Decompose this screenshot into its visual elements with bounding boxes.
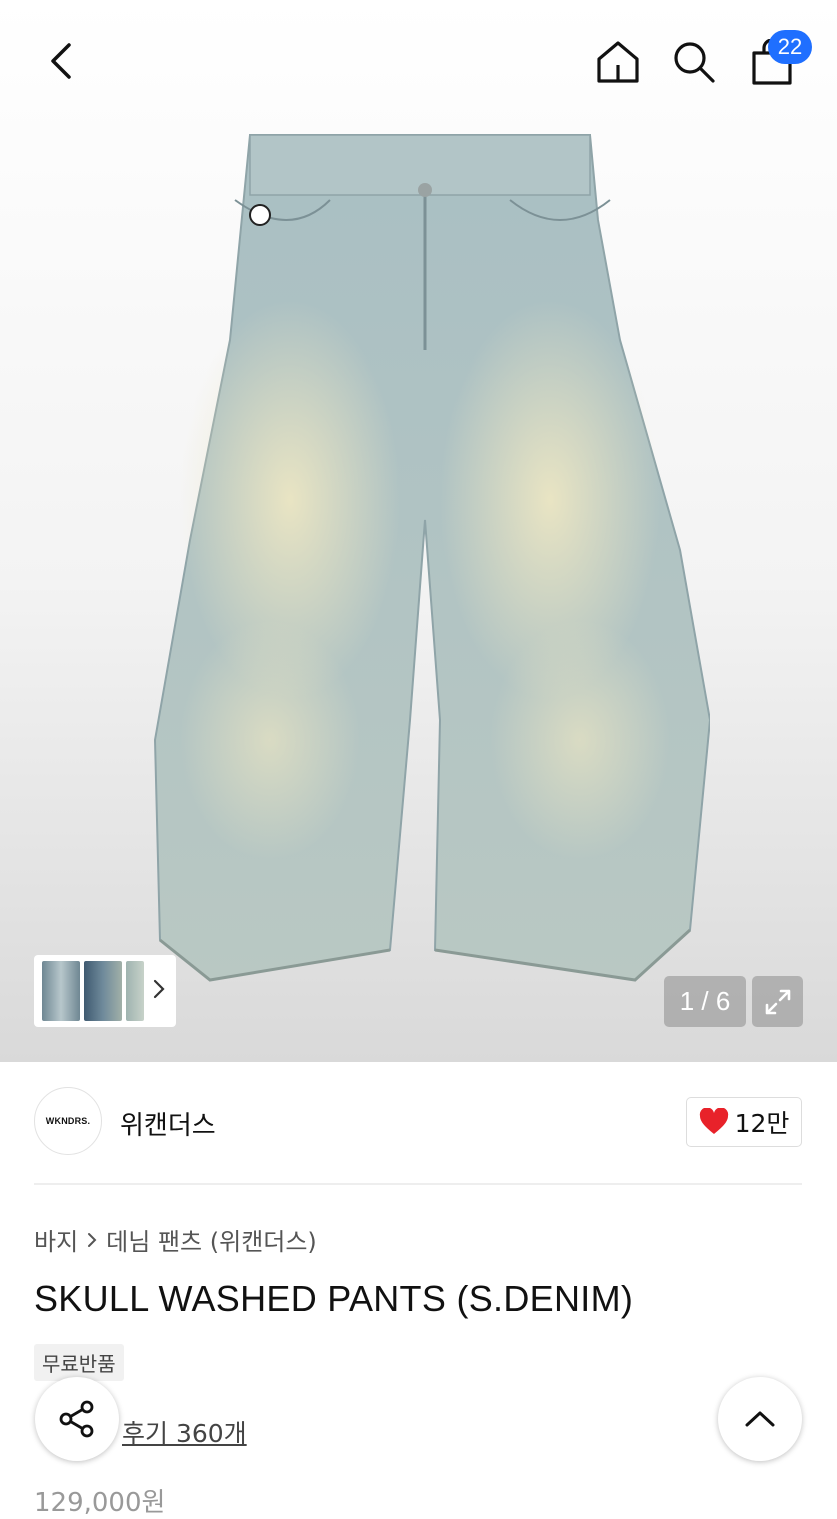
like-count: 12만 — [734, 1109, 790, 1138]
review-link[interactable]: 후기 360개 — [122, 1414, 247, 1450]
brand-logo[interactable]: WKNDRS. — [34, 1087, 102, 1155]
expand-icon[interactable] — [752, 976, 803, 1027]
breadcrumb: 바지 데님 팬츠 (위캔더스) — [34, 1222, 317, 1257]
back-icon[interactable] — [30, 36, 90, 86]
chevron-right-icon — [88, 1232, 97, 1247]
thumbnail-3[interactable] — [126, 961, 144, 1021]
product-title: SKULL WASHED PANTS (S.DENIM) — [34, 1278, 634, 1319]
chevron-up-icon — [745, 1411, 775, 1427]
thumbnail-1[interactable] — [42, 961, 80, 1021]
search-icon[interactable] — [664, 34, 724, 90]
like-button[interactable]: 12만 — [686, 1097, 802, 1147]
free-return-tag: 무료반품 — [34, 1344, 124, 1381]
heart-icon — [699, 1108, 728, 1134]
share-icon — [59, 1400, 94, 1438]
scroll-top-button[interactable] — [718, 1377, 802, 1461]
product-image[interactable] — [150, 120, 710, 990]
cart-count-badge: 22 — [768, 30, 812, 64]
home-icon[interactable] — [588, 34, 648, 90]
thumbnail-strip[interactable] — [34, 955, 176, 1027]
top-bar: 22 — [0, 0, 837, 120]
chevron-right-icon[interactable] — [152, 977, 166, 1001]
brand-row: WKNDRS. 위캔더스 12만 — [34, 1087, 802, 1159]
brand-name[interactable]: 위캔더스 — [120, 1105, 216, 1142]
image-counter: 1 / 6 — [664, 976, 746, 1027]
breadcrumb-subcategory[interactable]: 데님 팬츠 (위캔더스) — [106, 1222, 317, 1257]
thumbnail-2[interactable] — [84, 961, 122, 1021]
divider — [34, 1183, 802, 1185]
breadcrumb-category[interactable]: 바지 — [34, 1222, 78, 1257]
product-price: 129,000원 — [34, 1488, 166, 1518]
product-gallery[interactable]: 22 1 / 6 — [0, 0, 837, 1062]
share-button[interactable] — [35, 1377, 119, 1461]
